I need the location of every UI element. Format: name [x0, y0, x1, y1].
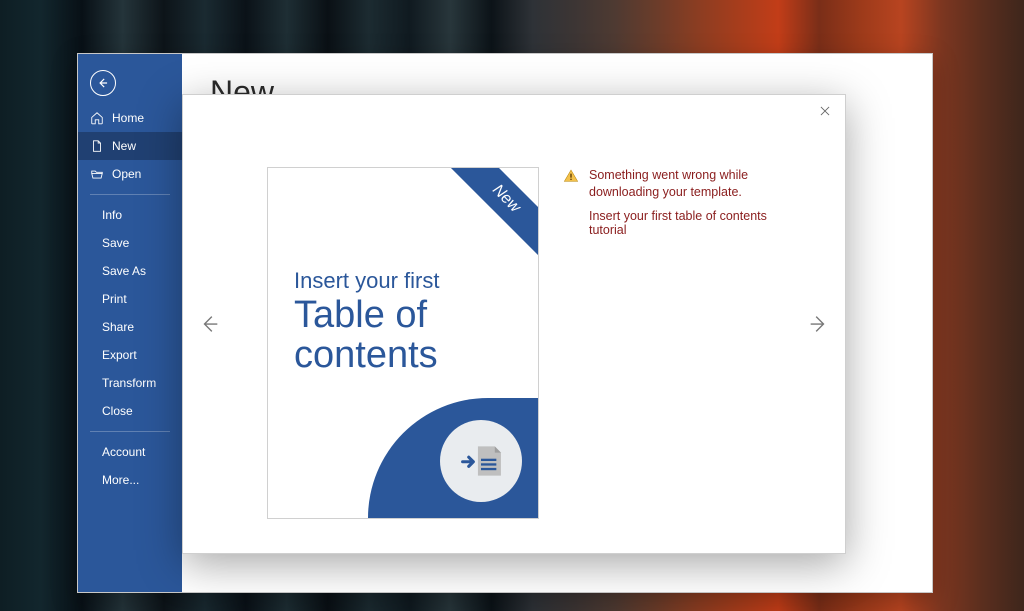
- previous-template-button[interactable]: [195, 309, 225, 339]
- sidebar-item-transform[interactable]: Transform: [78, 369, 182, 397]
- next-template-button[interactable]: [803, 309, 833, 339]
- sidebar-item-save-as[interactable]: Save As: [78, 257, 182, 285]
- sidebar-item-label: Save As: [102, 264, 146, 278]
- sidebar-item-label: Save: [102, 236, 129, 250]
- arrow-left-icon: [199, 313, 221, 335]
- sidebar-item-label: Share: [102, 320, 134, 334]
- sidebar-item-label: Open: [112, 167, 141, 181]
- folder-open-icon: [90, 167, 104, 181]
- sidebar-item-label: More...: [102, 473, 139, 487]
- sidebar-item-label: New: [112, 139, 136, 153]
- sidebar-item-label: Info: [102, 208, 122, 222]
- sidebar-item-label: Close: [102, 404, 133, 418]
- sidebar-item-export[interactable]: Export: [78, 341, 182, 369]
- sidebar-item-home[interactable]: Home: [78, 104, 182, 132]
- close-icon: [818, 104, 832, 118]
- sidebar-item-print[interactable]: Print: [78, 285, 182, 313]
- sidebar-item-account[interactable]: Account: [78, 438, 182, 466]
- sidebar-item-label: Export: [102, 348, 137, 362]
- sidebar-separator: [90, 194, 170, 195]
- sidebar-item-share[interactable]: Share: [78, 313, 182, 341]
- error-line2: downloading your template.: [589, 185, 742, 199]
- error-text: Something went wrong while downloading y…: [589, 167, 748, 201]
- error-message: Something went wrong while downloading y…: [563, 167, 793, 201]
- template-preview-dialog: New Insert your first Table of contents: [182, 94, 846, 554]
- template-title-line2: Table of contents: [294, 296, 518, 376]
- sidebar-separator: [90, 431, 170, 432]
- error-line1: Something went wrong while: [589, 168, 748, 182]
- arrow-right-icon: [807, 313, 829, 335]
- sidebar-item-more[interactable]: More...: [78, 466, 182, 494]
- sidebar-item-label: Home: [112, 111, 144, 125]
- sidebar-item-info[interactable]: Info: [78, 201, 182, 229]
- error-panel: Something went wrong while downloading y…: [563, 167, 793, 237]
- template-name-label: Insert your first table of contents tuto…: [589, 209, 793, 237]
- sidebar-item-label: Transform: [102, 376, 156, 390]
- sidebar-item-label: Account: [102, 445, 145, 459]
- template-title: Insert your first Table of contents: [294, 268, 518, 376]
- warning-icon: [563, 168, 579, 184]
- template-glyph-circle: [440, 420, 522, 502]
- sidebar-item-label: Print: [102, 292, 127, 306]
- home-icon: [90, 111, 104, 125]
- sidebar-item-save[interactable]: Save: [78, 229, 182, 257]
- preview-body: New Insert your first Table of contents: [267, 167, 793, 519]
- backstage-sidebar: Home New Open Info Save Save As Print Sh…: [78, 54, 182, 592]
- sidebar-item-new[interactable]: New: [78, 132, 182, 160]
- document-toc-icon: [458, 441, 504, 481]
- arrow-left-icon: [96, 76, 110, 90]
- document-icon: [90, 139, 104, 153]
- sidebar-item-close[interactable]: Close: [78, 397, 182, 425]
- sidebar-item-open[interactable]: Open: [78, 160, 182, 188]
- new-ribbon: New: [430, 167, 539, 275]
- template-title-line1: Insert your first: [294, 268, 518, 294]
- close-button[interactable]: [815, 101, 835, 121]
- template-thumbnail: New Insert your first Table of contents: [267, 167, 539, 519]
- back-button[interactable]: [90, 70, 116, 96]
